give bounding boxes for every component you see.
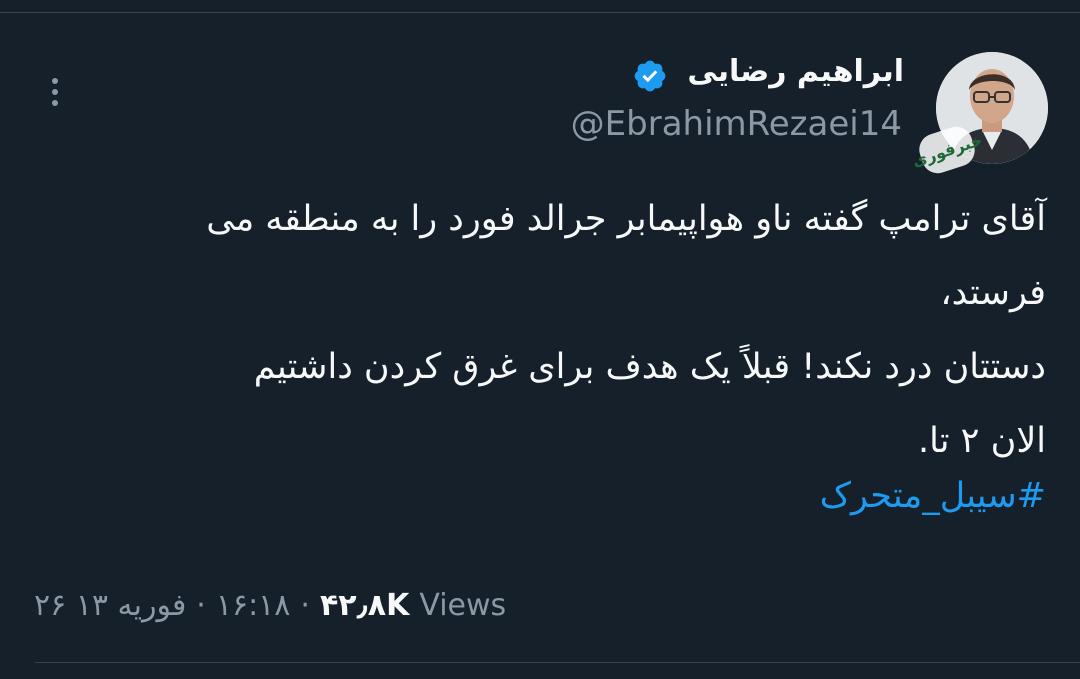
more-options-button[interactable]: [40, 72, 70, 112]
more-vertical-icon-dot: [52, 89, 58, 95]
tweet-date[interactable]: ۲۶ فوریه ۱۳: [34, 588, 186, 623]
tweet-text-line: آقای ترامپ گفته ناو هواپیمابر جرالد فورد…: [206, 199, 1046, 239]
meta-separator: ·: [196, 587, 206, 623]
author-display-name[interactable]: ابراهیم رضایی: [687, 54, 904, 89]
top-divider: [0, 12, 1080, 13]
author-handle[interactable]: @EbrahimRezaei14: [571, 104, 902, 144]
meta-separator: ·: [300, 587, 310, 623]
views-count[interactable]: ۴۲٫۸K: [320, 588, 409, 623]
tweet-text-line: الان ۲ تا.: [918, 421, 1046, 461]
more-vertical-icon: [52, 78, 58, 84]
tweet-text-line: فرستد،: [940, 273, 1046, 313]
tweet-time[interactable]: ۱۶:۱۸: [216, 588, 291, 623]
hashtag-link[interactable]: #سیبل_متحرک: [820, 476, 1046, 516]
tweet-meta: ۲۶ فوریه ۱۳ · ۱۶:۱۸ · ۴۲٫۸K Views: [34, 580, 506, 630]
tweet-text: آقای ترامپ گفته ناو هواپیمابر جرالد فورد…: [36, 182, 1046, 478]
more-vertical-icon-dot: [52, 100, 58, 106]
bottom-divider: [35, 662, 1080, 663]
tweet-text-line: دستتان درد نکند! قبلاً یک هدف برای غرق ک…: [253, 347, 1046, 387]
verified-badge-icon: [634, 60, 666, 92]
views-label: Views: [419, 587, 507, 623]
